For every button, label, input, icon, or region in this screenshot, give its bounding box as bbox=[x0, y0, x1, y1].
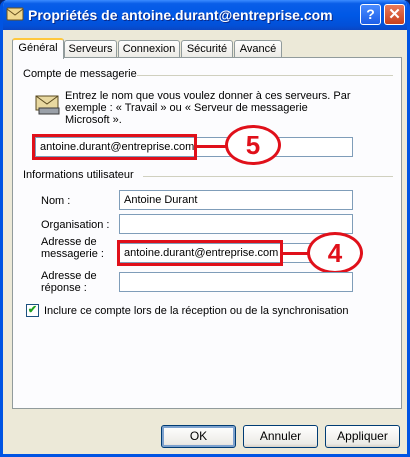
help-button[interactable]: ? bbox=[360, 4, 381, 25]
tab-security[interactable]: Sécurité bbox=[181, 40, 233, 57]
include-account-label[interactable]: Inclure ce compte lors de la réception o… bbox=[44, 305, 349, 317]
general-tab-panel: Compte de messagerie Entrez le nom que v… bbox=[12, 57, 402, 409]
organization-field[interactable] bbox=[119, 214, 353, 234]
mail-account-description: Entrez le nom que vous voulez donner à c… bbox=[65, 90, 351, 126]
reply-address-field[interactable] bbox=[119, 272, 353, 292]
tab-general[interactable]: Général bbox=[12, 38, 64, 59]
mail-server-icon bbox=[35, 95, 60, 115]
include-account-checkbox[interactable]: ✔ bbox=[26, 304, 39, 317]
name-field[interactable]: Antoine Durant bbox=[119, 190, 353, 210]
group-divider bbox=[137, 75, 393, 76]
tab-servers[interactable]: Serveurs bbox=[64, 40, 117, 57]
tab-advanced[interactable]: Avancé bbox=[234, 40, 282, 57]
highlight-box-email bbox=[117, 240, 283, 266]
highlight-box-account-name bbox=[32, 134, 197, 160]
properties-dialog: Propriétés de antoine.durant@entreprise.… bbox=[0, 0, 410, 457]
apply-button[interactable]: Appliquer bbox=[325, 425, 400, 448]
name-label: Nom : bbox=[41, 195, 71, 207]
callout-connector bbox=[196, 145, 226, 148]
tab-connection[interactable]: Connexion bbox=[118, 40, 180, 57]
group-divider bbox=[143, 176, 393, 177]
callout-5: 5 bbox=[225, 125, 281, 165]
callout-4: 4 bbox=[307, 232, 363, 274]
email-label: Adresse de messagerie : bbox=[41, 236, 104, 260]
title-bar[interactable]: Propriétés de antoine.durant@entreprise.… bbox=[3, 0, 407, 30]
window-icon bbox=[6, 7, 24, 21]
ok-button[interactable]: OK bbox=[161, 425, 236, 448]
close-button[interactable]: ✕ bbox=[384, 4, 405, 25]
organization-label: Organisation : bbox=[41, 219, 110, 231]
mail-account-group-label: Compte de messagerie bbox=[23, 68, 137, 80]
window-title: Propriétés de antoine.durant@entreprise.… bbox=[28, 7, 333, 23]
callout-connector bbox=[282, 252, 308, 255]
user-info-group-label: Informations utilisateur bbox=[23, 169, 134, 181]
cancel-button[interactable]: Annuler bbox=[243, 425, 318, 448]
reply-address-label: Adresse de réponse : bbox=[41, 270, 97, 294]
